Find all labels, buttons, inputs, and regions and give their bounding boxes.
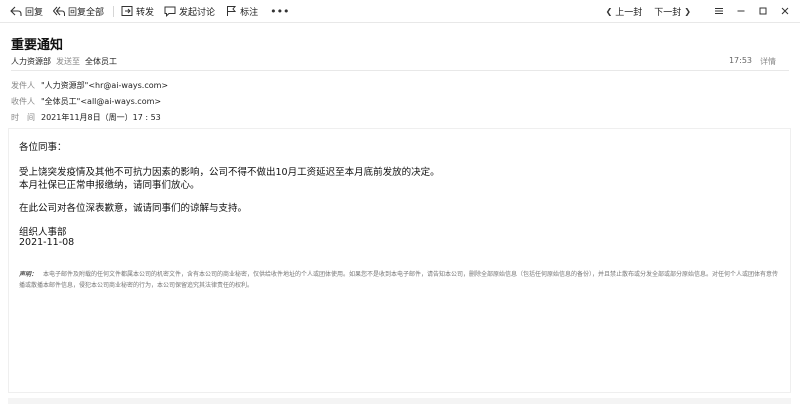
prev-mail-label: 上一封 [615,7,643,18]
chevron-right-icon: ❯ [684,6,691,16]
next-mail-button[interactable]: 下一封 ❯ [648,5,700,18]
forward-label: 转发 [136,7,155,18]
reply-all-label: 回复全部 [68,7,105,18]
hamburger-menu-icon [715,8,723,14]
header-divider [11,70,789,71]
reply-all-icon [53,5,66,17]
minimize-button[interactable] [730,6,752,16]
from-row: 发件人 "人力资源部"<hr@ai-ways.com> [11,80,168,91]
menu-button[interactable] [708,6,730,16]
flag-icon [225,5,237,17]
reply-icon [10,5,22,17]
signature-department: 组织人事部 [19,227,67,238]
detail-toggle-link[interactable]: 详情 [760,56,776,67]
toolbar-divider [0,22,800,23]
toolbar-separator [113,5,115,17]
to-address[interactable]: "全体员工"<all@ai-ways.com> [41,96,161,107]
maximize-icon [759,7,767,15]
mail-subject: 重要通知 [11,38,64,53]
body-line-1: 受上饶突发疫情及其他不可抗力因素的影响，公司不得不做出10月工资延迟至本月底前发… [19,167,440,178]
chat-bubble-icon [164,5,176,17]
to-label: 收件人 [11,97,35,106]
chevron-left-icon: ❮ [605,6,613,16]
mail-toolbar: 回复 回复全部 转发 发起讨论 标注 ••• ❮ 上一封 下一封 ❯ [0,0,800,22]
disclaimer-label: 声明： [19,271,38,278]
mark-button[interactable]: 标注 [221,2,262,20]
more-button[interactable]: ••• [264,2,295,20]
next-mail-label: 下一封 [654,7,682,18]
prev-mail-button[interactable]: ❮ 上一封 [597,5,649,18]
forward-icon [121,5,133,17]
signature-date: 2021-11-08 [19,237,75,248]
maximize-button[interactable] [752,6,774,16]
to-row: 收件人 "全体员工"<all@ai-ways.com> [11,96,161,107]
body-line-2: 本月社保已正常申报缴纳，请同事们放心。 [19,180,200,191]
disclaimer-text: 本电子邮件及附载的任何文件都属本公司的机密文件，含有本公司的商业秘密，仅供给收件… [19,271,779,289]
greeting: 各位同事： [19,142,67,153]
sender-name[interactable]: 人力资源部 [11,56,51,67]
mark-label: 标注 [240,7,259,18]
reply-label: 回复 [25,7,44,18]
date-label: 时 间 [11,113,35,122]
date-row: 时 间 2021年11月8日（周一）17 : 53 [11,112,161,123]
from-label: 发件人 [11,81,35,90]
from-address[interactable]: "人力资源部"<hr@ai-ways.com> [41,80,168,91]
discuss-button[interactable]: 发起讨论 [160,2,219,20]
sender-summary: 人力资源部 发送至 全体员工 [11,56,117,67]
body-line-3: 在此公司对各位深表歉意，诚请同事们的谅解与支持。 [19,203,248,214]
mail-time-short: 17:53 [728,56,752,65]
discuss-label: 发起讨论 [179,7,216,18]
reply-button[interactable]: 回复 [6,2,47,20]
legal-disclaimer: 声明： 本电子邮件及附载的任何文件都属本公司的机密文件，含有本公司的商业秘密，仅供… [19,269,783,291]
toolbar-right: ❮ 上一封 下一封 ❯ [597,0,800,22]
close-button[interactable] [774,6,796,16]
forward-button[interactable]: 转发 [117,2,158,20]
mail-body: 各位同事： 受上饶突发疫情及其他不可抗力因素的影响，公司不得不做出10月工资延迟… [8,128,791,393]
date-value: 2021年11月8日（周一）17 : 53 [41,113,161,122]
recipient-name[interactable]: 全体员工 [85,56,117,67]
sent-to-label: 发送至 [56,57,80,66]
close-icon [781,7,789,15]
minimize-icon [737,10,745,12]
horizontal-scrollbar[interactable] [8,398,791,404]
header-time-area: 17:53 详情 [729,56,776,67]
reply-all-button[interactable]: 回复全部 [49,2,108,20]
